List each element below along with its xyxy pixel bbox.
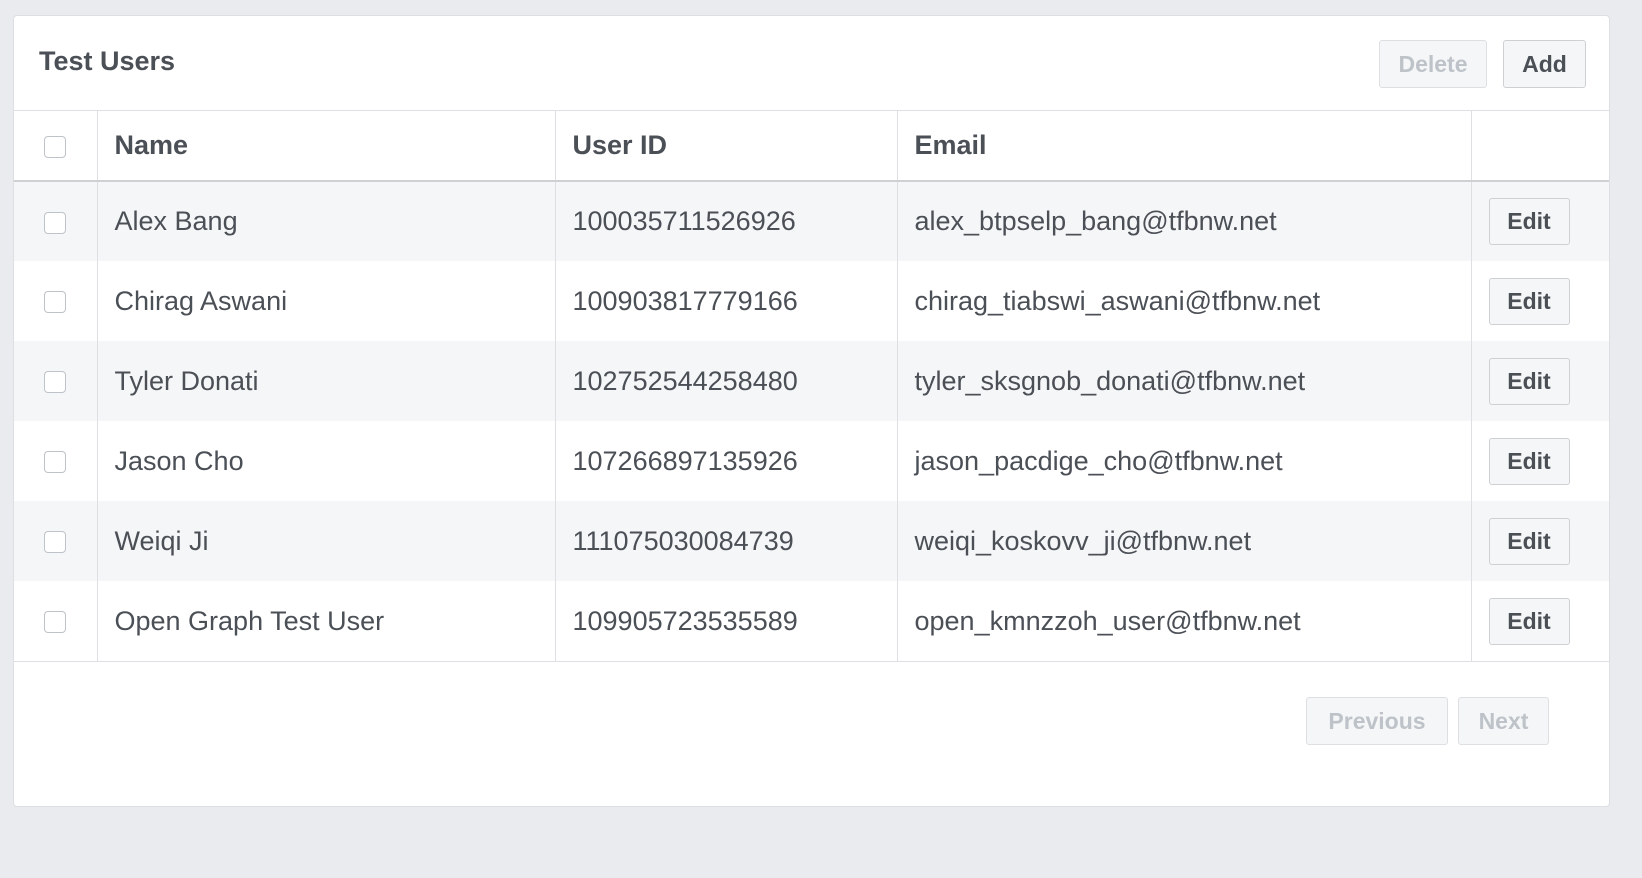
table-row: Weiqi Ji 111075030084739 weiqi_koskovv_j… <box>14 501 1609 581</box>
row-checkbox[interactable] <box>44 291 67 314</box>
user-email-cell: open_kmnzzoh_user@tfbnw.net <box>896 581 1471 661</box>
next-page-button[interactable]: Next <box>1458 697 1549 745</box>
row-action-cell: Edit <box>1470 261 1609 341</box>
edit-button[interactable]: Edit <box>1488 517 1570 565</box>
user-name-cell: Alex Bang <box>96 181 555 261</box>
row-select-cell <box>14 421 97 501</box>
column-header-user-id[interactable]: User ID <box>554 111 897 181</box>
row-select-cell <box>14 581 97 661</box>
row-select-cell <box>14 341 97 421</box>
user-id-cell: 107266897135926 <box>554 421 897 501</box>
table-row: Tyler Donati 102752544258480 tyler_sksgn… <box>14 341 1609 421</box>
select-all-header <box>14 111 97 181</box>
row-action-cell: Edit <box>1470 341 1609 421</box>
edit-button[interactable]: Edit <box>1488 437 1570 485</box>
user-id-cell: 102752544258480 <box>554 341 897 421</box>
select-all-checkbox[interactable] <box>44 135 67 158</box>
row-select-cell <box>14 261 97 341</box>
row-checkbox[interactable] <box>44 531 67 554</box>
user-email-cell: chirag_tiabswi_aswani@tfbnw.net <box>896 261 1471 341</box>
user-id-cell: 109905723535589 <box>554 581 897 661</box>
table-bottom-divider <box>14 661 1609 662</box>
previous-page-button[interactable]: Previous <box>1306 697 1448 745</box>
user-name-cell: Weiqi Ji <box>96 501 555 581</box>
panel-title: Test Users <box>39 46 176 76</box>
user-id-cell: 111075030084739 <box>554 501 897 581</box>
user-name-cell: Chirag Aswani <box>96 261 555 341</box>
row-action-cell: Edit <box>1470 581 1609 661</box>
delete-button[interactable]: Delete <box>1379 40 1487 88</box>
column-header-actions <box>1470 111 1609 181</box>
row-select-cell <box>14 501 97 581</box>
row-action-cell: Edit <box>1470 421 1609 501</box>
user-name-cell: Jason Cho <box>96 421 555 501</box>
edit-button[interactable]: Edit <box>1488 198 1570 245</box>
row-checkbox[interactable] <box>44 611 67 634</box>
row-select-cell <box>14 181 97 261</box>
user-name-cell: Tyler Donati <box>96 341 555 421</box>
row-checkbox[interactable] <box>44 211 67 234</box>
user-email-cell: alex_btpselp_bang@tfbnw.net <box>896 181 1471 261</box>
user-id-cell: 100035711526926 <box>554 181 897 261</box>
user-email-cell: jason_pacdige_cho@tfbnw.net <box>896 421 1471 501</box>
column-header-name[interactable]: Name <box>96 111 555 181</box>
table-header-row: Name User ID Email <box>14 111 1609 181</box>
edit-button[interactable]: Edit <box>1488 597 1570 645</box>
add-button[interactable]: Add <box>1503 40 1586 88</box>
users-table: Name User ID Email Alex Bang 10003571152… <box>14 111 1609 661</box>
panel-header: Test Users Delete Add <box>14 16 1609 111</box>
edit-button[interactable]: Edit <box>1488 277 1570 325</box>
row-action-cell: Edit <box>1470 501 1609 581</box>
user-name-cell: Open Graph Test User <box>96 581 555 661</box>
row-action-cell: Edit <box>1470 181 1609 261</box>
test-users-panel: Test Users Delete Add Name User ID Email… <box>13 15 1610 807</box>
user-email-cell: weiqi_koskovv_ji@tfbnw.net <box>896 501 1471 581</box>
table-row: Chirag Aswani 100903817779166 chirag_tia… <box>14 261 1609 341</box>
table-row: Alex Bang 100035711526926 alex_btpselp_b… <box>14 181 1609 261</box>
edit-button[interactable]: Edit <box>1488 357 1570 405</box>
user-id-cell: 100903817779166 <box>554 261 897 341</box>
row-checkbox[interactable] <box>44 371 67 394</box>
column-header-email[interactable]: Email <box>896 111 1471 181</box>
table-row: Open Graph Test User 109905723535589 ope… <box>14 581 1609 661</box>
table-row: Jason Cho 107266897135926 jason_pacdige_… <box>14 421 1609 501</box>
user-email-cell: tyler_sksgnob_donati@tfbnw.net <box>896 341 1471 421</box>
row-checkbox[interactable] <box>44 451 67 474</box>
